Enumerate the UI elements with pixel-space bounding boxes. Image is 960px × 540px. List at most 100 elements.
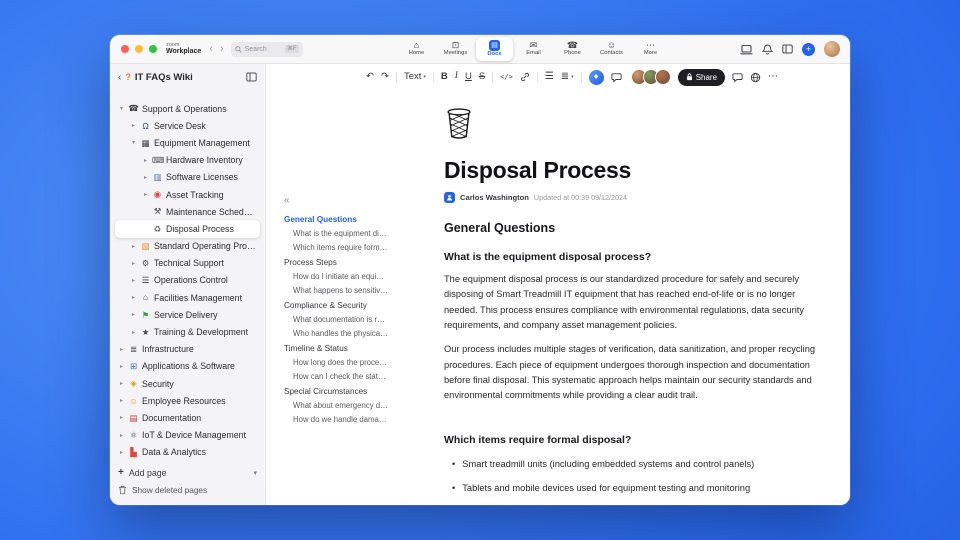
show-deleted-pages-button[interactable]: Show deleted pages — [118, 481, 257, 498]
toc-section-link[interactable]: Process Steps — [284, 258, 388, 267]
code-button[interactable]: </> — [500, 73, 513, 81]
sidebar-back-icon[interactable]: ‹ — [118, 72, 121, 83]
undo-button[interactable]: ↶ — [366, 72, 374, 82]
chevron-icon[interactable]: ▸ — [130, 122, 137, 129]
sidebar-item-applications-software[interactable]: ▸ ⊞ Applications & Software — [115, 358, 260, 375]
chevron-icon[interactable]: ▸ — [130, 277, 137, 284]
sidebar-item-maintenance-schedules[interactable]: ⚒ Maintenance Schedules — [115, 203, 260, 220]
toc-section-link[interactable]: Compliance & Security — [284, 301, 388, 310]
toc-section-link[interactable]: Timeline & Status — [284, 344, 388, 353]
chevron-icon[interactable]: ▸ — [130, 311, 137, 318]
collapse-sidebar-icon[interactable] — [246, 72, 257, 82]
italic-button[interactable]: I — [455, 72, 458, 82]
sidebar-item-disposal-process[interactable]: ♻ Disposal Process — [115, 220, 260, 238]
toc-item[interactable]: What is the equipment disp... — [293, 229, 388, 238]
sidebar-item-operations-control[interactable]: ▸ ☰ Operations Control — [115, 272, 260, 289]
close-window-button[interactable] — [121, 45, 129, 53]
link-icon[interactable] — [520, 72, 530, 82]
toc-item[interactable]: How do we handle damage... — [293, 415, 388, 424]
tab-home[interactable]: ⌂ Home — [398, 37, 435, 61]
sidebar-item-standard-operating-procedures[interactable]: ▸ ▧ Standard Operating Procedures — [115, 238, 260, 255]
redo-button[interactable]: ↷ — [381, 72, 389, 82]
toc-item[interactable]: How do I initiate an equipm... — [293, 272, 388, 281]
toc-item[interactable]: How can I check the status ... — [293, 372, 388, 381]
sidebar-item-employee-resources[interactable]: ▸ ☺ Employee Resources — [115, 392, 260, 409]
collaborator-avatars[interactable] — [630, 69, 671, 85]
share-button[interactable]: Share — [677, 68, 726, 86]
toc-section-link[interactable]: Special Circumstances — [284, 387, 388, 396]
back-icon[interactable]: ‹ — [209, 43, 213, 55]
sidebar-item-facilities-management[interactable]: ▸ ⌂ Facilities Management — [115, 289, 260, 306]
sidebar-item-security[interactable]: ▸ ◈ Security — [115, 375, 260, 392]
toc-item[interactable]: What documentation is req... — [293, 315, 388, 324]
chevron-icon[interactable]: ▸ — [118, 449, 125, 456]
comment-icon[interactable] — [611, 72, 622, 83]
chevron-icon[interactable]: ▸ — [142, 191, 149, 198]
ai-companion-button[interactable]: ◆ — [588, 69, 604, 85]
bell-icon[interactable] — [762, 43, 773, 55]
tab-phone[interactable]: ☎ Phone — [554, 37, 591, 61]
chevron-icon[interactable]: ▸ — [130, 243, 137, 250]
tab-contacts[interactable]: ☺ Contacts — [593, 37, 630, 61]
answer-paragraphs: The equipment disposal process is our st… — [444, 272, 824, 404]
more-options-icon[interactable]: ⋯ — [768, 72, 778, 82]
tab-meetings[interactable]: ⊡ Meetings — [437, 37, 474, 61]
underline-button[interactable]: U — [465, 72, 472, 82]
sidebar-item-infrastructure[interactable]: ▸ ≣ Infrastructure — [115, 341, 260, 358]
sidebar-item-training-development[interactable]: ▸ ★ Training & Development — [115, 323, 260, 340]
zoom-window-button[interactable] — [149, 45, 157, 53]
chevron-icon[interactable]: ▸ — [142, 157, 149, 164]
device-icon[interactable] — [740, 44, 753, 55]
chevron-icon[interactable]: ▸ — [118, 414, 125, 421]
toc-item[interactable]: Which items require formal ... — [293, 243, 388, 252]
sidebar-item-technical-support[interactable]: ▸ ⚙ Technical Support — [115, 255, 260, 272]
sidebar-item-iot-device-management[interactable]: ▸ ⚛ IoT & Device Management — [115, 427, 260, 444]
chevron-icon[interactable]: ▸ — [118, 380, 125, 387]
chevron-icon[interactable]: ▸ — [118, 363, 125, 370]
chevron-down-icon[interactable]: ▾ — [253, 469, 257, 477]
toc-item[interactable]: What happens to sensitive ... — [293, 286, 388, 295]
chevron-icon[interactable]: ▾ — [118, 105, 125, 112]
chevron-icon[interactable]: ▸ — [130, 260, 137, 267]
search-input[interactable]: Search ⌘F — [230, 41, 303, 57]
chevron-icon[interactable]: ▸ — [130, 329, 137, 336]
toc-item[interactable]: Who handles the physical di... — [293, 329, 388, 338]
sidebar-item-support-operations[interactable]: ▾ ☎ Support & Operations — [115, 100, 260, 117]
sidebar-toggle-icon[interactable] — [782, 44, 793, 54]
chevron-icon[interactable]: ▾ — [130, 139, 137, 146]
text-style-dropdown[interactable]: Text ▾ — [404, 72, 426, 82]
page-emoji-trash-icon[interactable] — [444, 106, 824, 145]
toc-collapse-icon[interactable]: « — [284, 196, 388, 206]
tab-more[interactable]: ⋯ More — [632, 37, 669, 61]
new-button[interactable]: + — [802, 42, 815, 56]
add-page-button[interactable]: + Add page ▾ — [118, 464, 257, 481]
chevron-icon[interactable]: ▸ — [118, 346, 125, 353]
chevron-icon[interactable]: ▸ — [130, 294, 137, 301]
forward-icon[interactable]: › — [220, 43, 224, 55]
strikethrough-button[interactable]: S — [479, 72, 485, 82]
globe-icon[interactable] — [750, 72, 761, 83]
chevron-icon[interactable]: ▸ — [118, 432, 125, 439]
sidebar-item-data-analytics[interactable]: ▸ ▙ Data & Analytics — [115, 444, 260, 461]
chevron-icon[interactable]: ▸ — [142, 174, 149, 181]
bullet-list-icon[interactable]: ☰ — [545, 72, 554, 82]
sidebar-item-hardware-inventory[interactable]: ▸ ⌨ Hardware Inventory — [115, 152, 260, 169]
sidebar-item-documentation[interactable]: ▸ ▤ Documentation — [115, 409, 260, 426]
chevron-icon[interactable]: ▸ — [118, 397, 125, 404]
sidebar-item-software-licenses[interactable]: ▸ ▥ Software Licenses — [115, 169, 260, 186]
tab-email[interactable]: ✉ Email — [515, 37, 552, 61]
bold-button[interactable]: B — [441, 72, 448, 82]
collaborator-avatar[interactable] — [654, 69, 671, 85]
sidebar-item-service-desk[interactable]: ▸ Ω Service Desk — [115, 117, 260, 134]
user-avatar[interactable] — [824, 41, 840, 57]
align-dropdown[interactable]: ≣ ▾ — [561, 72, 574, 82]
toc-item[interactable]: What about emergency dis... — [293, 401, 388, 410]
sidebar-item-asset-tracking[interactable]: ▸ ◉ Asset Tracking — [115, 186, 260, 203]
toc-section-link[interactable]: General Questions — [284, 215, 388, 224]
toc-item[interactable]: How long does the process ... — [293, 358, 388, 367]
comments-panel-icon[interactable] — [732, 72, 743, 83]
minimize-window-button[interactable] — [135, 45, 143, 53]
tab-docs[interactable]: ▤ Docs — [476, 37, 513, 61]
sidebar-item-equipment-management[interactable]: ▾ ▦ Equipment Management — [115, 134, 260, 151]
sidebar-item-service-delivery[interactable]: ▸ ⚑ Service Delivery — [115, 306, 260, 323]
